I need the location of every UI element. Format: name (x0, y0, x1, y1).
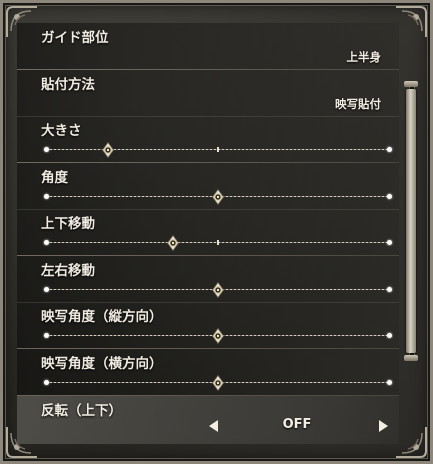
vertical-move-slider[interactable] (44, 235, 392, 251)
slider-knob-icon[interactable] (101, 142, 114, 158)
horizontal-move-slider[interactable] (44, 282, 392, 298)
slider-min-dot (44, 333, 49, 338)
scrollbar-thumb[interactable] (406, 89, 416, 353)
setting-value: 映写貼付 (335, 97, 381, 111)
corner-ornament-icon (394, 5, 428, 39)
slider-min-dot (44, 147, 49, 152)
setting-row-projection-angle-horizontal[interactable]: 映写角度（横方向） (17, 349, 399, 396)
toggle-value: OFF (282, 417, 312, 432)
corner-ornament-icon (394, 425, 428, 459)
flip-vertical-toggle[interactable]: OFF (17, 396, 399, 444)
arrow-right-icon[interactable] (379, 420, 388, 432)
setting-label: 角度 (41, 170, 68, 186)
projection-angle-vertical-slider[interactable] (44, 328, 392, 344)
slider-knob-icon[interactable] (212, 328, 224, 344)
slider-min-dot (44, 240, 49, 245)
setting-label: ガイド部位 (41, 30, 109, 46)
slider-knob-icon[interactable] (212, 189, 224, 205)
setting-row-attach-method[interactable]: 貼付方法 映写貼付 (17, 70, 399, 117)
slider-knob-icon[interactable] (212, 282, 224, 298)
slider-max-dot (387, 287, 392, 292)
scrollbar-bottom-cap (404, 355, 418, 361)
slider-min-dot (44, 287, 49, 292)
slider-center-tick (217, 147, 219, 152)
settings-panel: ガイド部位 上半身 貼付方法 映写貼付 大きさ 角度 上下移動 左右移動 映写角… (0, 0, 433, 464)
setting-row-flip-vertical[interactable]: 反転（上下） OFF (17, 396, 399, 444)
setting-label: 大きさ (41, 123, 82, 139)
setting-value: 上半身 (346, 50, 382, 64)
slider-knob-icon[interactable] (212, 375, 224, 391)
setting-row-size[interactable]: 大きさ (17, 116, 399, 163)
setting-row-vertical-move[interactable]: 上下移動 (17, 209, 399, 256)
projection-angle-horizontal-slider[interactable] (44, 375, 392, 391)
arrow-left-icon[interactable] (209, 420, 218, 432)
setting-label: 貼付方法 (41, 77, 95, 93)
slider-max-dot (387, 240, 392, 245)
setting-label: 映写角度（縦方向） (41, 309, 163, 325)
slider-min-dot (44, 380, 49, 385)
setting-row-projection-angle-vertical[interactable]: 映写角度（縦方向） (17, 302, 399, 349)
setting-label: 左右移動 (41, 263, 95, 279)
slider-min-dot (44, 194, 49, 199)
angle-slider[interactable] (44, 189, 392, 205)
slider-max-dot (387, 380, 392, 385)
setting-row-horizontal-move[interactable]: 左右移動 (17, 256, 399, 303)
slider-max-dot (387, 333, 392, 338)
scrollbar[interactable] (404, 81, 418, 361)
setting-label: 映写角度（横方向） (41, 356, 163, 372)
slider-center-tick (217, 240, 219, 245)
slider-knob-icon[interactable] (167, 235, 180, 251)
setting-row-angle[interactable]: 角度 (17, 163, 399, 210)
setting-label: 上下移動 (41, 216, 95, 232)
size-slider[interactable] (44, 142, 392, 158)
slider-max-dot (387, 147, 392, 152)
slider-max-dot (387, 194, 392, 199)
setting-row-guide-part[interactable]: ガイド部位 上半身 (17, 23, 399, 70)
